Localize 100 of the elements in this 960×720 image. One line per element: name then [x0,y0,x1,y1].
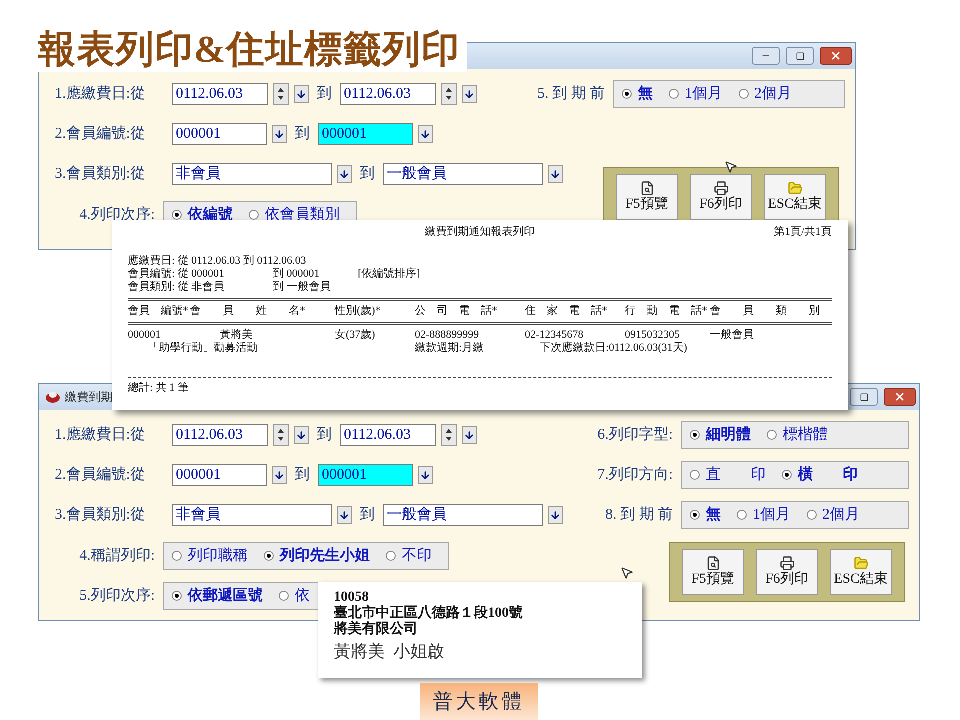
to-label: 到 [316,426,333,445]
to-field[interactable]: 000001 [318,464,413,486]
table-cell-text: 下次應繳款日:0112.06.03(31天) [539,342,688,355]
arrow-down-icon [420,470,431,480]
column-header: 住 家 電 話* [525,305,608,318]
mouse-pointer-icon [620,566,634,580]
table-cell-text: 女(37歲) [335,329,376,342]
from-field[interactable]: 000001 [172,123,267,145]
dropdown-button[interactable] [462,85,477,103]
dropdown-button[interactable] [272,125,287,143]
folder-icon [854,556,868,571]
maximize-button[interactable] [850,388,878,406]
from-field[interactable]: 非會員 [172,163,332,185]
action-button[interactable]: F6列印 [690,174,752,220]
close-button[interactable] [884,388,916,406]
arrow-down-icon [296,430,307,440]
table-cell-text: 0915032305 [625,329,681,342]
dropdown-button[interactable] [337,165,352,183]
radio-option[interactable]: 列印先生小姐 [264,544,370,568]
table-cell-text: 一般會員 [710,329,755,342]
action-button[interactable]: F6列印 [756,549,818,595]
dropdown-button[interactable] [294,426,309,444]
dropdown-button[interactable] [548,506,563,524]
field-label: 1.應繳費日:從 [55,84,146,104]
radio-option[interactable]: 1個月 [737,504,790,526]
dropdown-button[interactable] [294,85,309,103]
spin-button[interactable] [273,424,289,446]
close-button[interactable] [820,47,852,65]
group-label: 5. 到 期 前 [536,84,605,104]
from-field[interactable]: 000001 [172,464,267,486]
radio-option[interactable]: 不印 [386,544,432,568]
dropdown-button[interactable] [272,466,287,484]
folder-icon [788,180,802,196]
document-search-icon [706,556,720,571]
from-field[interactable]: 0112.06.03 [172,83,268,105]
page-number: 第1頁/共1頁 [772,226,832,239]
dropdown-button[interactable] [418,466,433,484]
to-field[interactable]: 一般會員 [383,504,543,526]
spin-button[interactable] [441,424,457,446]
column-header: 性別(歲)* [335,305,382,318]
window-title: 繳費到期 [65,389,113,406]
field-label: 3.會員類別:從 [55,164,146,184]
radio-option[interactable]: 1個月 [669,82,722,106]
close-icon [894,391,906,403]
field-label: 1.應繳費日:從 [55,426,146,445]
spin-arrows-icon [445,86,453,102]
slide-title: 報表列印&住址標籤列印 [38,28,461,72]
field-label: 2.會員編號:從 [55,124,146,144]
radio-option[interactable]: 標楷體 [767,424,828,446]
arrow-down-icon [339,168,350,180]
radio-option[interactable]: 無 [622,82,653,106]
dropdown-button[interactable] [418,125,433,143]
spin-arrows-icon [277,86,285,102]
to-field[interactable]: 0112.06.03 [340,83,436,105]
to-label: 到 [294,124,311,144]
spin-arrows-icon [445,427,453,443]
radio-option[interactable]: 2個月 [806,504,860,526]
address-line: 臺北市中正區八德路１段100號 [334,606,524,621]
radio-option[interactable]: 無 [690,504,721,526]
radio-option[interactable]: 依 [279,584,310,608]
maximize-button[interactable] [786,47,814,65]
group-label: 4.稱謂列印: [78,546,155,566]
criteria-text: 會員類別: 從 非會員 [128,281,226,294]
from-field[interactable]: 0112.06.03 [172,424,268,446]
spin-button[interactable] [273,83,289,105]
from-field[interactable]: 非會員 [172,504,332,526]
minimize-button[interactable] [752,47,780,65]
action-button[interactable]: F5預覽 [682,549,744,595]
group-label: 8. 到 期 前 [604,506,673,525]
to-label: 到 [359,506,376,525]
column-header: 公 司 電 話* [415,305,498,318]
group-label: 6.列印字型: [596,425,673,445]
table-cell-text: 000001 [128,329,162,342]
dropdown-button[interactable] [462,426,477,444]
arrow-down-icon [274,470,285,480]
radio-option[interactable]: 橫 印 [782,464,858,486]
radio-option[interactable]: 2個月 [738,82,792,106]
arrow-down-icon [274,128,285,140]
action-button[interactable]: ESC結束 [830,549,892,595]
dropdown-button[interactable] [337,506,352,524]
document-search-icon [640,180,654,196]
arrow-down-icon [464,430,475,440]
table-cell-text: 繳款週期:月繳 [415,342,486,355]
mouse-pointer-icon [724,160,738,174]
radio-option[interactable]: 依郵遞區號 [172,584,263,608]
arrow-down-icon [420,128,431,140]
total-text: 總計: 共 1 筆 [128,382,189,394]
to-field[interactable]: 000001 [318,123,413,145]
action-button[interactable]: F5預覽 [616,174,678,220]
dropdown-button[interactable] [548,165,563,183]
table-cell-text: 02-888899999 [415,329,480,342]
action-button[interactable]: ESC結束 [764,174,826,220]
radio-option[interactable]: 直 印 [690,464,766,486]
radio-option[interactable]: 列印職稱 [172,544,248,568]
radio-option[interactable]: 細明體 [690,424,751,446]
criteria-text: 到 000001 [273,268,321,281]
to-field[interactable]: 0112.06.03 [340,424,436,446]
spin-button[interactable] [441,83,457,105]
criteria-text: 會員編號: 從 000001 [128,268,226,281]
to-field[interactable]: 一般會員 [383,163,543,185]
